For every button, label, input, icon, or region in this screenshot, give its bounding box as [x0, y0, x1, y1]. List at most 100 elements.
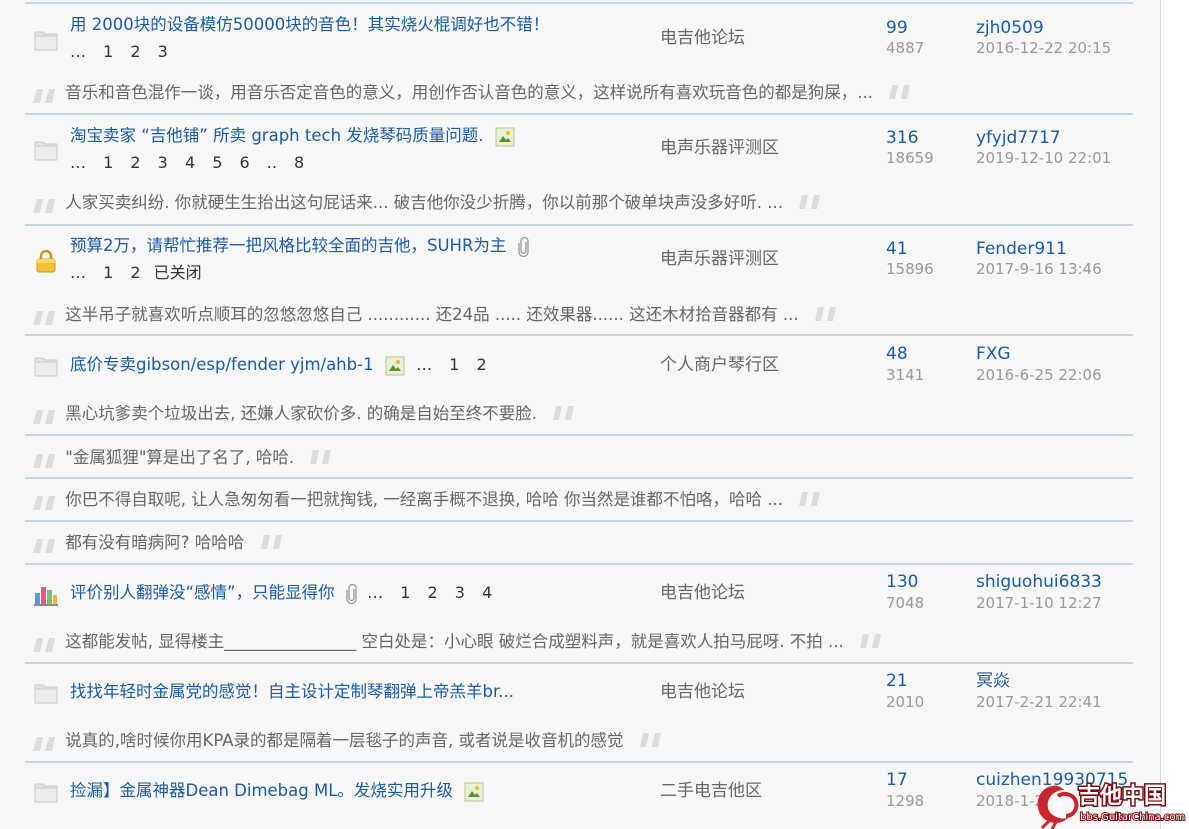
quote-text: 说真的,啥时候你用KPA录的都是隔着一层毯子的声音, 或者说是收音机的感觉 — [65, 731, 624, 750]
reply-count[interactable]: 99 — [886, 18, 908, 38]
last-post-date[interactable]: 2017-9-16 13:46 — [976, 259, 1102, 279]
reply-count[interactable]: 130 — [886, 572, 918, 592]
quote-text: 这都能发帖, 显得楼主________________ 空白处是：小心眼 破烂合… — [65, 632, 844, 651]
thread-title-link[interactable]: 捡漏】金属神器Dean Dimebag ML。发烧实用升级 — [70, 781, 453, 800]
reply-quote: 都有没有暗病阿? 哈哈哈 — [32, 530, 286, 556]
thread-title-link[interactable]: 底价专卖gibson/esp/fender yjm/ahb-1 — [70, 355, 374, 374]
forum-name-link[interactable]: 电声乐器评测区 — [660, 136, 779, 160]
close-quote-icon — [310, 449, 332, 464]
page-link[interactable]: 2 — [427, 581, 437, 605]
forum-name-link[interactable]: 电吉他论坛 — [660, 680, 745, 704]
view-count: 3141 — [886, 366, 925, 384]
attachment-clip-icon — [518, 236, 529, 257]
page-link[interactable]: 1 — [103, 41, 113, 63]
last-post-date[interactable]: 2017-1-10 12:27 — [976, 593, 1102, 613]
reply-count[interactable]: 21 — [886, 671, 908, 691]
page-link[interactable]: 3 — [158, 152, 168, 174]
page-link[interactable]: 3 — [158, 41, 168, 63]
quote-text: 你巴不得自取呢, 让人急匆匆看一把就掏钱, 一经离手概不退换, 哈哈 你当然是谁… — [65, 490, 783, 509]
page-link[interactable]: 5 — [212, 152, 222, 174]
reply-count[interactable]: 41 — [886, 239, 908, 259]
last-post-date[interactable]: 2017-2-21 22:41 — [976, 692, 1102, 712]
page-link[interactable]: 1 — [449, 353, 459, 377]
close-quote-icon — [799, 491, 821, 506]
thread-pagination: … 1 2 3 — [70, 41, 180, 63]
quote-text: 这半吊子就喜欢听点顺耳的忽悠忽悠自己 ............ 还24品 ...… — [65, 305, 799, 324]
view-count: 18659 — [886, 149, 934, 167]
last-poster-link[interactable]: yfyjd7717 — [976, 128, 1061, 148]
image-attachment-icon — [464, 782, 484, 801]
thread-title-line: 底价专卖gibson/esp/fender yjm/ahb-1 … 1 2 — [70, 353, 499, 377]
close-quote-icon — [859, 633, 881, 648]
open-quote-icon — [33, 409, 55, 424]
last-post-date[interactable]: 2019-12-10 22:01 — [976, 148, 1111, 168]
forum-name-link[interactable]: 二手电吉他区 — [660, 779, 762, 803]
page-link[interactable]: 1 — [400, 581, 410, 605]
row-divider — [25, 761, 1133, 763]
open-quote-icon — [33, 198, 55, 213]
open-quote-icon — [33, 88, 55, 103]
quote-text: "金属狐狸"算是出了名了, 哈哈. — [65, 448, 295, 467]
last-poster-link[interactable]: shiguohui6833 — [976, 572, 1102, 592]
thread-pagination: … 1 2 已关闭 — [70, 262, 202, 284]
last-poster-link[interactable]: FXG — [976, 344, 1011, 364]
thread-list-panel: 用 2000块的设备模仿50000块的音色！其实烧火棍调好也不错！ … 1 2 … — [0, 0, 1161, 829]
reply-quote: 人家买卖纠纷. 你就硬生生抬出这句屁话来... 破吉他你没少折腾，你以前那个破单… — [32, 190, 824, 216]
reply-quote: 音乐和音色混作一谈，用音乐否定音色的意义，用创作否认音色的意义，这样说所有喜欢玩… — [32, 80, 914, 106]
reply-count[interactable]: 316 — [886, 128, 918, 148]
view-count: 2010 — [886, 693, 925, 711]
page-link[interactable]: 2 — [130, 262, 140, 284]
forum-name-link[interactable]: 个人商户琴行区 — [660, 353, 779, 377]
row-divider — [25, 477, 1133, 479]
forum-name-link[interactable]: 电吉他论坛 — [660, 581, 745, 605]
closed-status: 已关闭 — [153, 263, 202, 282]
last-poster-link[interactable]: Fender911 — [976, 239, 1067, 259]
close-quote-icon — [814, 306, 836, 321]
forum-name-link[interactable]: 电声乐器评测区 — [660, 247, 779, 271]
view-count: 1298 — [886, 792, 925, 810]
reply-count[interactable]: 17 — [886, 770, 908, 790]
pagination-ellipsis: … — [70, 42, 86, 61]
page-link[interactable]: 1 — [103, 262, 113, 284]
close-quote-icon — [799, 194, 821, 209]
quote-text: 人家买卖纠纷. 你就硬生生抬出这句屁话来... 破吉他你没少折腾，你以前那个破单… — [65, 193, 783, 212]
row-divider — [25, 113, 1133, 115]
row-divider — [25, 563, 1133, 565]
page-link[interactable]: 4 — [185, 152, 195, 174]
thread-title-link[interactable]: 用 2000块的设备模仿50000块的音色！其实烧火棍调好也不错！ — [70, 15, 549, 34]
quote-text: 都有没有暗病阿? 哈哈哈 — [65, 533, 245, 552]
thread-title-line: 找找年轻时金属党的感觉！自主设计定制琴翻弹上帝羔羊br... — [70, 680, 514, 704]
folder-icon — [34, 357, 58, 377]
pagination-ellipsis: … — [416, 355, 433, 374]
last-poster-link[interactable]: zjh0509 — [976, 18, 1044, 38]
reply-quote: "金属狐狸"算是出了名了, 哈哈. — [32, 445, 335, 471]
page-link[interactable]: 2 — [476, 353, 486, 377]
poll-icon — [34, 587, 58, 606]
page-link[interactable]: 6 — [240, 152, 250, 174]
reply-count[interactable]: 48 — [886, 344, 908, 364]
page-link[interactable]: 2 — [130, 152, 140, 174]
page-link[interactable]: 8 — [294, 152, 304, 174]
close-quote-icon — [553, 405, 575, 420]
view-count: 7048 — [886, 594, 925, 612]
thread-title-link[interactable]: 淘宝卖家 “吉他铺” 所卖 graph tech 发烧琴码质量问题. — [70, 126, 484, 145]
row-divider — [25, 224, 1133, 226]
forum-name-link[interactable]: 电吉他论坛 — [660, 26, 745, 50]
last-poster-link[interactable]: 冥焱 — [976, 671, 1010, 691]
open-quote-icon — [33, 538, 55, 553]
folder-icon — [34, 783, 58, 803]
watermark-url: bbs.GuitarChina.com — [1080, 812, 1185, 823]
last-post-date[interactable]: 2016-12-22 20:15 — [976, 38, 1111, 58]
quote-text: 音乐和音色混作一谈，用音乐否定音色的意义，用创作否认音色的意义，这样说所有喜欢玩… — [65, 83, 873, 102]
reply-quote: 这都能发帖, 显得楼主________________ 空白处是：小心眼 破烂合… — [32, 629, 885, 655]
last-post-date[interactable]: 2016-6-25 22:06 — [976, 365, 1102, 385]
reply-quote: 你巴不得自取呢, 让人急匆匆看一把就掏钱, 一经离手概不退换, 哈哈 你当然是谁… — [32, 487, 824, 513]
page-link[interactable]: 1 — [103, 152, 113, 174]
page-link[interactable]: 4 — [482, 581, 492, 605]
thread-title-link[interactable]: 预算2万，请帮忙推荐一把风格比较全面的吉他，SUHR为主 — [70, 236, 506, 255]
reply-quote: 黑心坑爹卖个垃圾出去, 还嫌人家砍价多. 的确是自始至终不要脸. — [32, 401, 578, 427]
thread-title-link[interactable]: 评价别人翻弹没“感情”，只能显得你 — [70, 583, 335, 602]
thread-title-link[interactable]: 找找年轻时金属党的感觉！自主设计定制琴翻弹上帝羔羊br... — [70, 682, 514, 701]
page-link[interactable]: 3 — [455, 581, 465, 605]
page-link[interactable]: 2 — [130, 41, 140, 63]
